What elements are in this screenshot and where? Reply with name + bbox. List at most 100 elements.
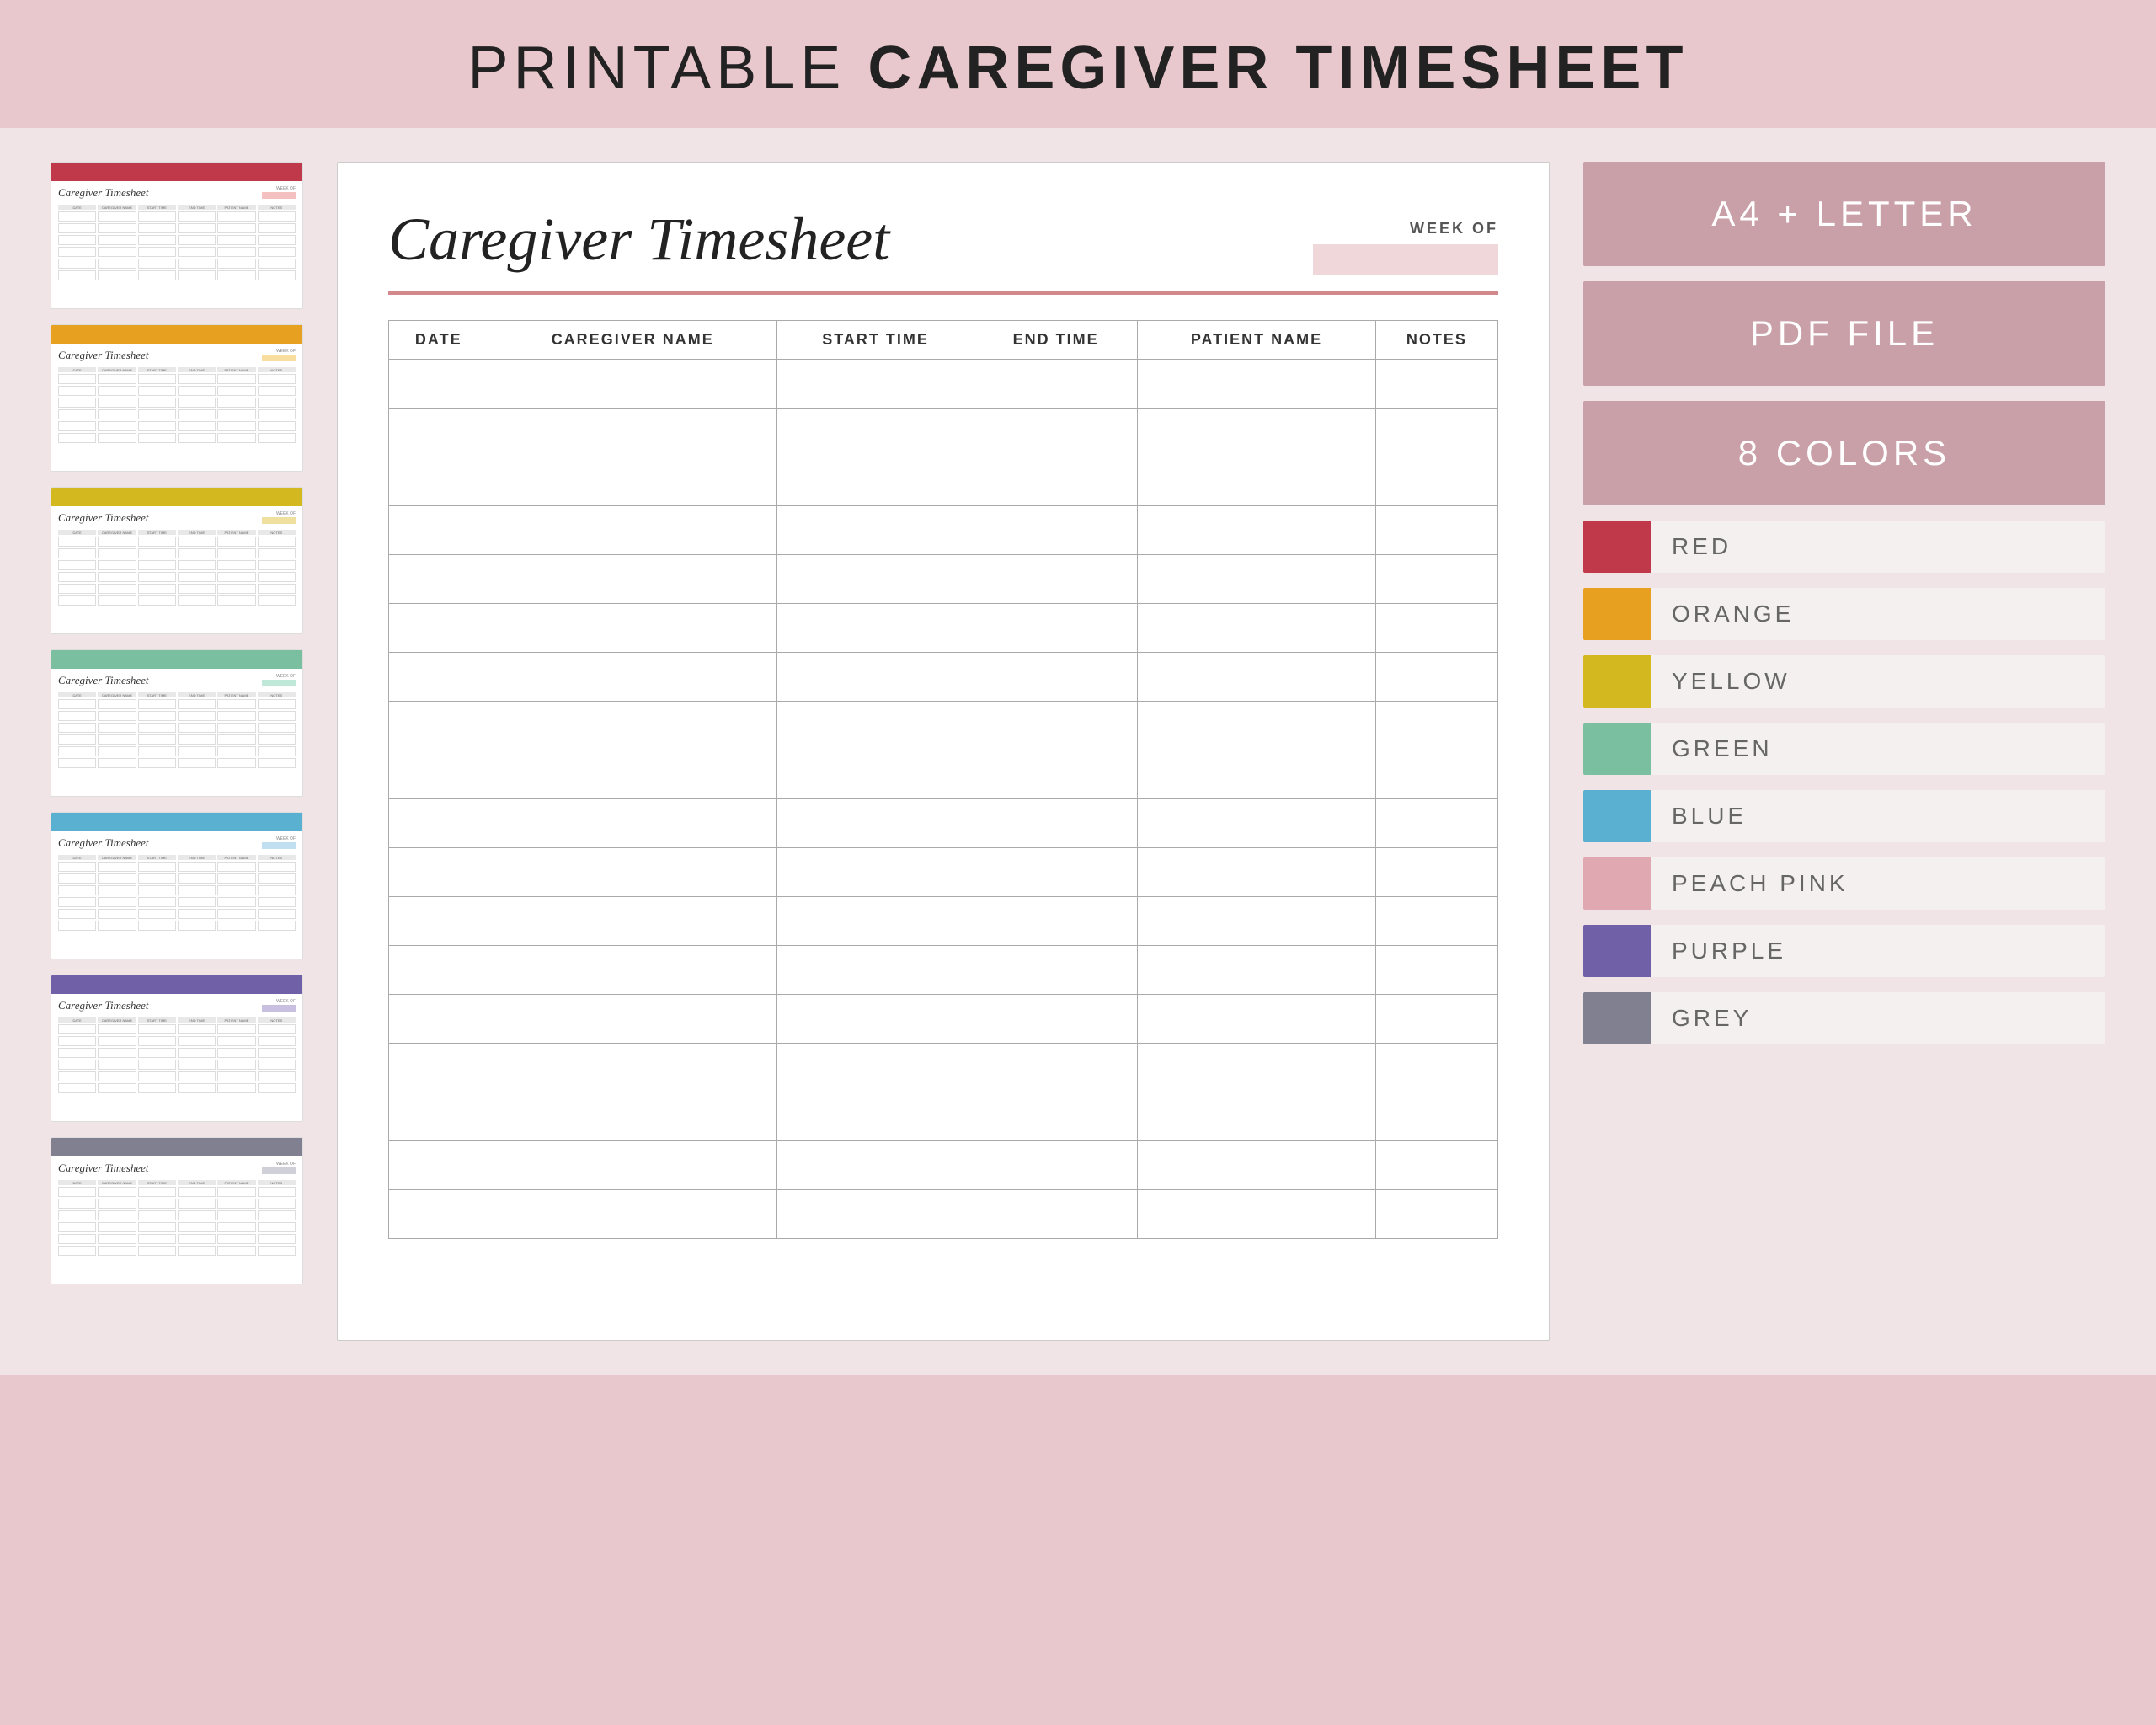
thumb-cell — [258, 885, 296, 895]
thumb-cell — [58, 1234, 96, 1244]
table-cell — [1375, 946, 1497, 995]
thumb-body-0: Caregiver TimesheetWEEK OFDATECAREGIVER … — [51, 181, 302, 286]
thumb-cell — [217, 223, 255, 233]
thumb-cell — [138, 862, 176, 872]
color-swatch-row-7: GREY — [1583, 992, 2105, 1044]
thumb-cell — [217, 1222, 255, 1232]
table-cell — [488, 604, 776, 653]
color-swatch-block-6 — [1583, 925, 1651, 977]
table-cell — [776, 506, 974, 555]
thumb-body-5: Caregiver TimesheetWEEK OFDATECAREGIVER … — [51, 994, 302, 1098]
table-cell — [776, 1190, 974, 1239]
thumb-cell — [178, 595, 216, 606]
thumb-cell — [138, 1060, 176, 1070]
thumb-data-row — [58, 247, 296, 257]
thumb-col: END TIME — [178, 692, 216, 697]
thumb-table-header-2: DATECAREGIVER NAMESTART TIMEEND TIMEPATI… — [58, 530, 296, 535]
thumb-cell — [217, 723, 255, 733]
table-cell — [1375, 1092, 1497, 1141]
thumb-cell — [98, 247, 136, 257]
thumb-cell — [178, 1024, 216, 1034]
thumb-cell — [258, 723, 296, 733]
thumb-cell — [58, 548, 96, 558]
thumb-cell — [98, 1187, 136, 1197]
table-cell — [1138, 848, 1376, 897]
thumb-title-text-6: Caregiver Timesheet — [58, 1162, 148, 1175]
thumb-data-row — [58, 386, 296, 396]
thumb-week-box-1 — [262, 355, 296, 361]
table-cell — [974, 409, 1138, 457]
thumb-cell — [178, 1060, 216, 1070]
thumb-cell — [58, 560, 96, 570]
color-swatch-name-1: ORANGE — [1651, 588, 2105, 640]
thumb-data-row — [58, 758, 296, 768]
thumb-cell — [98, 1036, 136, 1046]
thumb-sheet-6: Caregiver TimesheetWEEK OFDATECAREGIVER … — [51, 1137, 303, 1284]
thumb-header-bar-5 — [51, 975, 302, 994]
table-row — [389, 457, 1498, 506]
table-cell — [488, 848, 776, 897]
thumb-col: CAREGIVER NAME — [98, 367, 136, 372]
thumb-cell — [217, 421, 255, 431]
preview-main-title: Caregiver Timesheet — [388, 205, 889, 275]
thumb-cell — [217, 1246, 255, 1256]
thumb-col: NOTES — [258, 1017, 296, 1023]
thumb-cell — [178, 374, 216, 384]
thumb-cell — [58, 862, 96, 872]
thumb-title-row-4: Caregiver TimesheetWEEK OF — [58, 836, 296, 850]
thumb-cell — [178, 584, 216, 594]
table-cell — [776, 897, 974, 946]
table-cell — [389, 1044, 488, 1092]
thumb-week-section-1: WEEK OF — [262, 349, 296, 361]
thumb-cell — [178, 897, 216, 907]
color-swatch-row-3: GREEN — [1583, 723, 2105, 775]
thumb-cell — [258, 421, 296, 431]
preview-col-header: CAREGIVER NAME — [488, 321, 776, 360]
thumb-cell — [258, 1036, 296, 1046]
table-cell — [389, 1190, 488, 1239]
thumb-cell — [58, 746, 96, 756]
thumb-cell — [217, 1048, 255, 1058]
thumb-table-header-4: DATECAREGIVER NAMESTART TIMEEND TIMEPATI… — [58, 855, 296, 860]
thumb-data-row — [58, 1210, 296, 1220]
thumb-cell — [258, 386, 296, 396]
thumb-cell — [138, 699, 176, 709]
table-cell — [1138, 799, 1376, 848]
thumb-cell — [178, 885, 216, 895]
thumb-body-2: Caregiver TimesheetWEEK OFDATECAREGIVER … — [51, 506, 302, 611]
table-cell — [488, 995, 776, 1044]
thumb-cell — [178, 421, 216, 431]
thumb-cell — [178, 433, 216, 443]
thumb-data-row — [58, 1071, 296, 1081]
thumb-cell — [58, 699, 96, 709]
thumb-cell — [138, 259, 176, 269]
color-swatch-name-4: BLUE — [1651, 790, 2105, 842]
color-swatch-block-3 — [1583, 723, 1651, 775]
thumb-cell — [217, 699, 255, 709]
table-row — [389, 799, 1498, 848]
thumb-cell — [58, 1210, 96, 1220]
preview-col-header: DATE — [389, 321, 488, 360]
thumb-cell — [178, 270, 216, 280]
table-cell — [1138, 457, 1376, 506]
thumb-cell — [258, 873, 296, 884]
table-cell — [1375, 1141, 1497, 1190]
preview-week-label: WEEK OF — [1313, 220, 1498, 238]
thumb-cell — [98, 885, 136, 895]
thumb-rows-0 — [58, 211, 296, 280]
thumb-rows-1 — [58, 374, 296, 443]
thumb-cell — [58, 711, 96, 721]
thumb-cell — [58, 270, 96, 280]
thumb-cell — [138, 1210, 176, 1220]
table-cell — [389, 946, 488, 995]
thumb-cell — [98, 1199, 136, 1209]
preview-col-header: PATIENT NAME — [1138, 321, 1376, 360]
thumb-cell — [217, 572, 255, 582]
thumb-col: PATIENT NAME — [217, 1017, 255, 1023]
table-cell — [1375, 506, 1497, 555]
thumb-col: START TIME — [138, 692, 176, 697]
thumb-data-row — [58, 259, 296, 269]
thumb-col: START TIME — [138, 855, 176, 860]
thumb-header-bar-1 — [51, 325, 302, 344]
thumb-data-row — [58, 270, 296, 280]
